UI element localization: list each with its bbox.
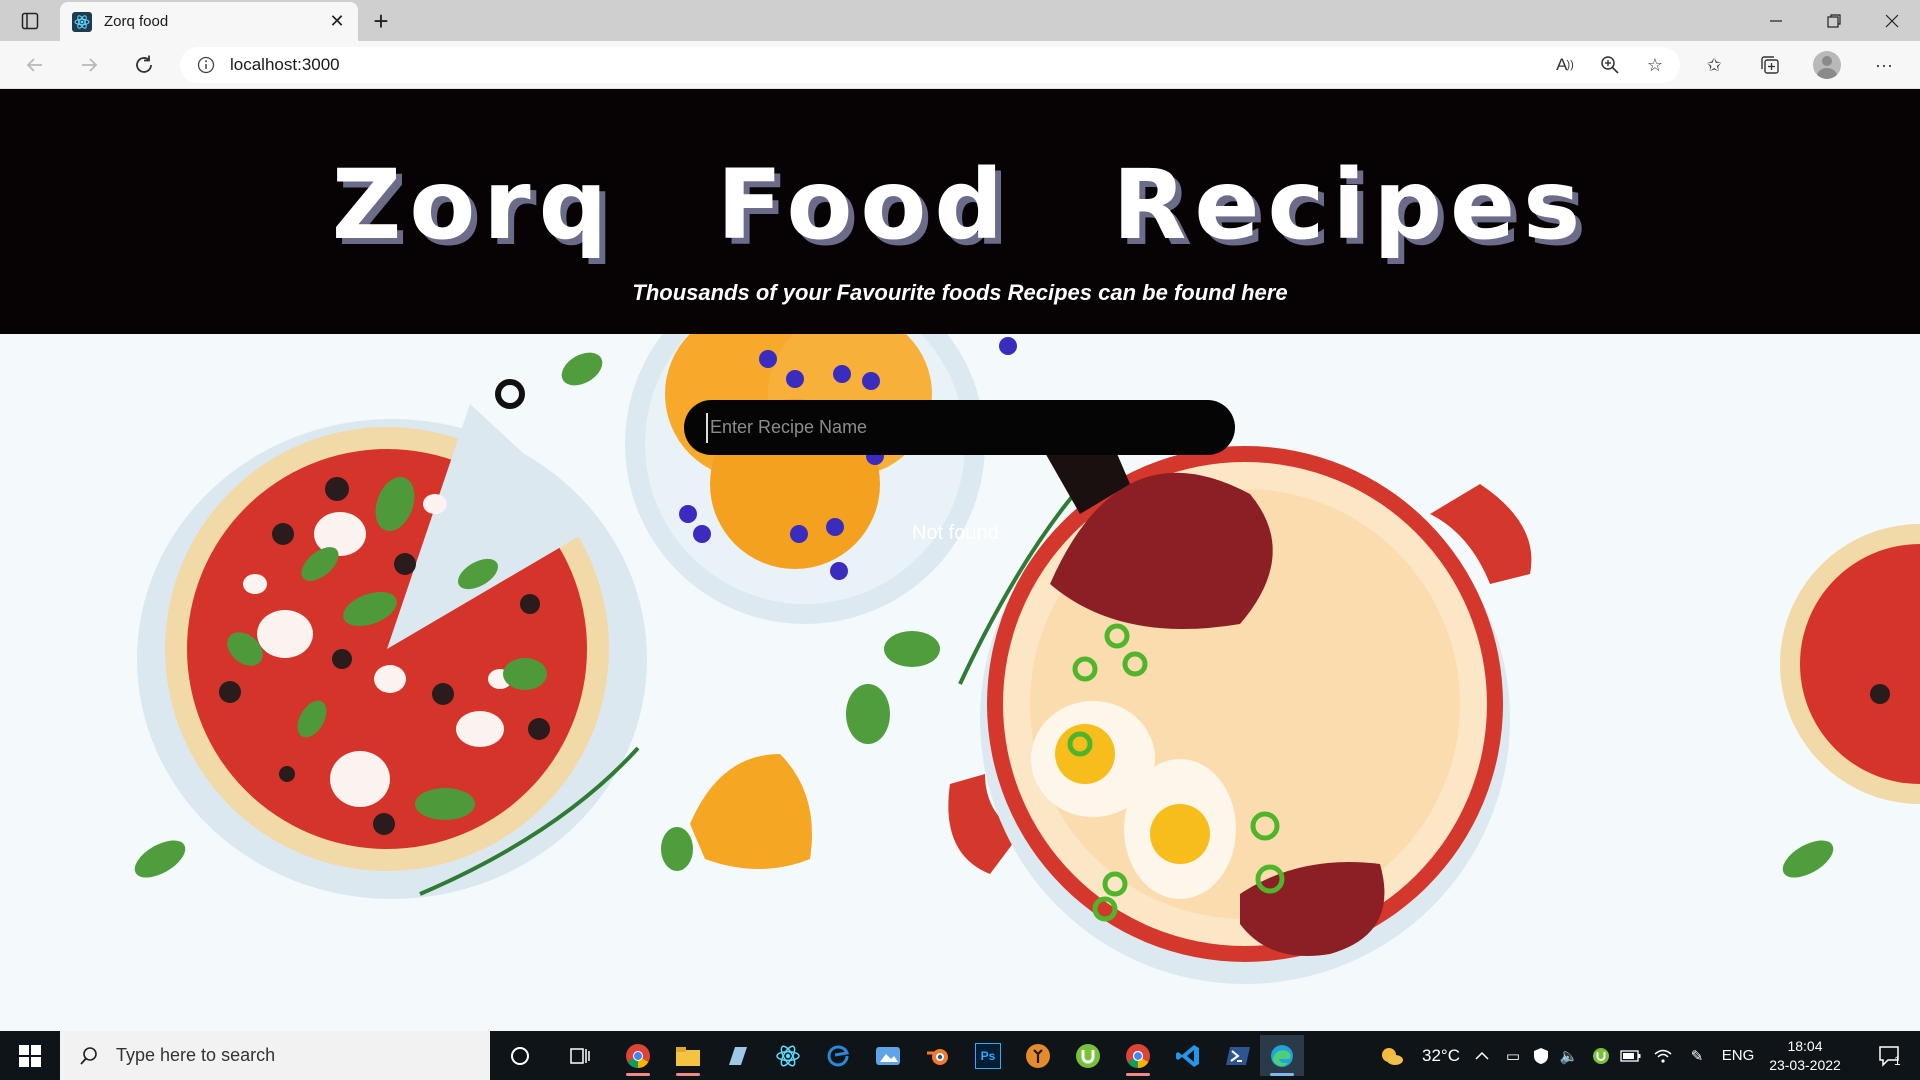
browser-tab[interactable]: Zorq food ✕ — [60, 2, 358, 41]
utorrent-icon[interactable] — [1068, 1035, 1108, 1076]
tab-title: Zorq food — [104, 13, 169, 30]
close-icon[interactable]: ✕ — [326, 11, 348, 33]
windows-start-icon[interactable] — [0, 1031, 60, 1080]
refresh-icon[interactable] — [128, 49, 160, 81]
favorites-icon[interactable]: ✩ — [1700, 51, 1728, 79]
recipe-search-box[interactable] — [684, 400, 1235, 455]
battery-icon[interactable] — [1618, 1031, 1644, 1080]
pancakes-illustration — [625, 334, 1017, 624]
collections-icon[interactable] — [1756, 51, 1784, 79]
blender-icon[interactable] — [918, 1035, 958, 1076]
more-icon[interactable]: ··· — [1870, 51, 1898, 79]
browser-tab-bar: Zorq food ✕ + — [0, 0, 1920, 41]
react-icon — [72, 11, 92, 32]
plus-icon[interactable]: + — [366, 6, 396, 36]
chrome-profile-icon[interactable] — [1118, 1035, 1158, 1076]
powershell-icon[interactable] — [1218, 1035, 1258, 1076]
add-favorite-icon[interactable]: ☆ — [1641, 51, 1669, 79]
volume-icon[interactable]: 🔈 — [1556, 1031, 1582, 1080]
security-shield-icon[interactable] — [1528, 1031, 1554, 1080]
windows-taskbar: Type here to search Ps 32°C ▭ 🔈 ✎ ENG 18… — [0, 1031, 1920, 1080]
vscode-icon[interactable] — [1168, 1035, 1208, 1076]
restore-icon[interactable] — [1806, 0, 1862, 41]
notification-count: 1 — [1894, 1054, 1901, 1068]
weather-temperature[interactable]: 32°C — [1412, 1031, 1470, 1080]
edge-icon[interactable] — [1260, 1035, 1304, 1076]
read-aloud-icon[interactable]: A)) — [1551, 51, 1579, 79]
close-icon[interactable] — [1864, 0, 1920, 41]
file-explorer-icon[interactable] — [668, 1035, 708, 1076]
task-view-icon[interactable] — [560, 1035, 600, 1076]
react-icon[interactable] — [768, 1035, 808, 1076]
recipe-search-input[interactable] — [706, 412, 1206, 443]
tab-actions-icon[interactable] — [17, 8, 43, 34]
utorrent-tray-icon[interactable] — [1588, 1031, 1614, 1080]
weather-icon[interactable] — [1372, 1031, 1412, 1080]
pen-icon[interactable]: ✎ — [1684, 1031, 1710, 1080]
info-icon[interactable] — [196, 55, 216, 75]
wifi-icon[interactable] — [1650, 1031, 1676, 1080]
unity-hub-icon[interactable] — [1018, 1035, 1058, 1076]
pizza-illustration — [134, 352, 647, 899]
photoshop-icon[interactable]: Ps — [968, 1035, 1008, 1076]
clock-date: 23-03-2022 — [1769, 1057, 1841, 1073]
photos-icon[interactable] — [868, 1035, 908, 1076]
chevron-up-icon[interactable] — [1472, 1031, 1492, 1080]
site-tagline: Thousands of your Favourite foods Recipe… — [632, 280, 1288, 305]
edge-dev-icon[interactable] — [818, 1035, 858, 1076]
back-arrow-icon[interactable] — [19, 49, 51, 81]
chrome-icon[interactable] — [618, 1035, 658, 1076]
sticky-notes-icon[interactable] — [718, 1035, 758, 1076]
taskbar-search-box[interactable]: Type here to search — [60, 1031, 490, 1080]
meet-now-icon[interactable]: ▭ — [1500, 1031, 1526, 1080]
page-content: Zorq Food Recipes Thousands of your Favo… — [0, 89, 1920, 1031]
site-title: Zorq Food Recipes — [331, 149, 1589, 261]
browser-toolbar: localhost:3000 A)) ☆ ✩ ··· — [0, 41, 1920, 89]
minimize-icon[interactable] — [1748, 0, 1804, 41]
forward-arrow-icon[interactable] — [73, 49, 105, 81]
language-indicator[interactable]: ENG — [1718, 1031, 1758, 1080]
zoom-icon[interactable] — [1596, 51, 1624, 79]
cortana-icon[interactable] — [500, 1035, 540, 1076]
url-text[interactable]: localhost:3000 — [230, 55, 340, 75]
profile-icon[interactable] — [1813, 51, 1841, 79]
soup-pot-illustration — [948, 414, 1532, 984]
search-icon — [78, 1045, 100, 1067]
site-header: Zorq Food Recipes Thousands of your Favo… — [0, 89, 1920, 334]
taskbar-clock[interactable]: 18:04 23-03-2022 — [1760, 1037, 1850, 1075]
address-bar[interactable]: localhost:3000 — [180, 47, 1680, 83]
not-found-message: Not found — [912, 522, 999, 544]
taskbar-search-placeholder: Type here to search — [116, 1045, 276, 1065]
notifications-icon[interactable]: 1 — [1870, 1031, 1910, 1080]
clock-time: 18:04 — [1787, 1038, 1823, 1054]
